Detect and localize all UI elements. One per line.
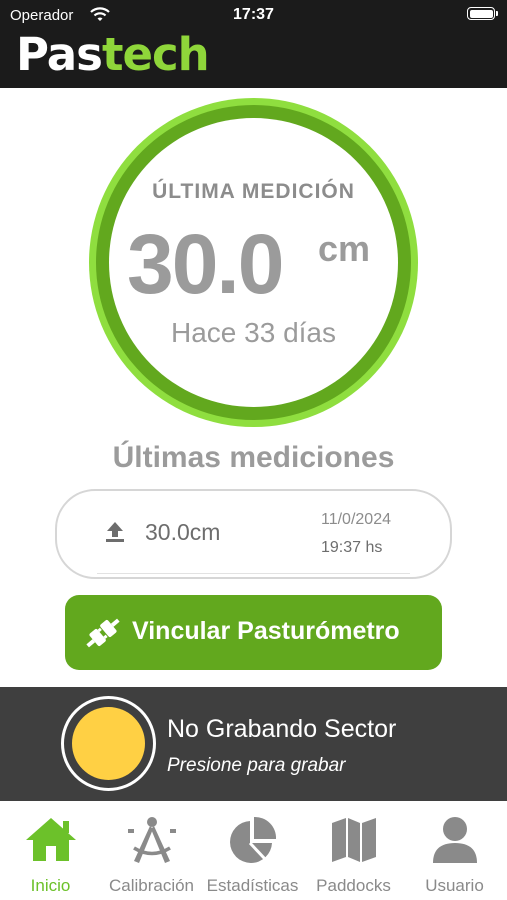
recording-status: No Grabando Sector [167, 715, 397, 743]
tab-bar: Inicio Calibración Estadísticas Paddocks… [0, 801, 507, 900]
last-measurement-label: ÚLTIMA MEDICIÓN [152, 180, 355, 203]
measurement-history-item[interactable]: 30.0cm 11/0/2024 19:37 hs [55, 489, 452, 579]
map-icon [329, 815, 379, 870]
plug-icon [81, 613, 125, 656]
compass-icon [126, 815, 178, 870]
tab-label-usuario: Usuario [425, 876, 484, 895]
last-measurement-value: 30.0 [127, 217, 284, 311]
status-time: 17:37 [233, 6, 274, 23]
upload-icon [105, 521, 125, 548]
history-date: 11/0/2024 [321, 511, 391, 528]
recording-panel: No Grabando Sector Presione para grabar [0, 687, 507, 801]
history-time: 19:37 hs [321, 539, 383, 556]
tab-usuario[interactable]: Usuario [404, 801, 505, 900]
record-sector-button[interactable] [61, 696, 156, 791]
status-bar: Operador 17:37 [0, 0, 507, 30]
last-measurement-unit: cm [318, 228, 371, 269]
link-pasturometer-label: Vincular Pasturómetro [132, 617, 400, 645]
home-icon [23, 815, 79, 868]
link-pasturometer-button[interactable]: Vincular Pasturómetro [65, 595, 442, 670]
recording-indicator [72, 707, 145, 780]
history-value: 30.0cm [145, 519, 221, 545]
last-measurement-gauge: ÚLTIMA MEDICIÓN 30.0 cm Hace 33 días [89, 98, 418, 427]
pastech-logo: Pastech [16, 28, 210, 81]
user-icon [430, 815, 480, 870]
recording-hint: Presione para grabar [167, 755, 346, 776]
recent-measurements-title: Últimas mediciones [112, 441, 395, 474]
pie-chart-icon [227, 815, 279, 870]
battery-icon [467, 7, 498, 20]
app-header: Pastech [0, 28, 507, 88]
last-measurement-ago: Hace 33 días [171, 317, 336, 348]
